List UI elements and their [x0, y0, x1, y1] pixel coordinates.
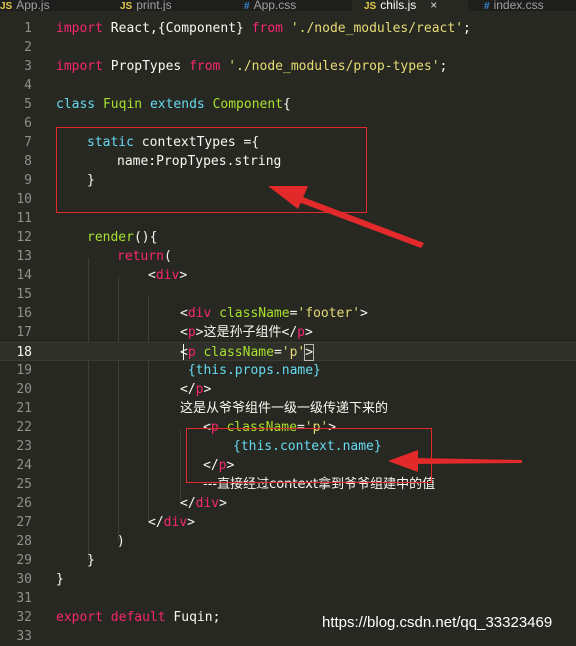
annotation-arrows — [268, 186, 522, 472]
annotation-arrow-upper — [268, 186, 424, 248]
annotation-arrow-lower — [388, 450, 522, 472]
watermark: https://blog.csdn.net/qq_33323469 — [322, 614, 553, 631]
